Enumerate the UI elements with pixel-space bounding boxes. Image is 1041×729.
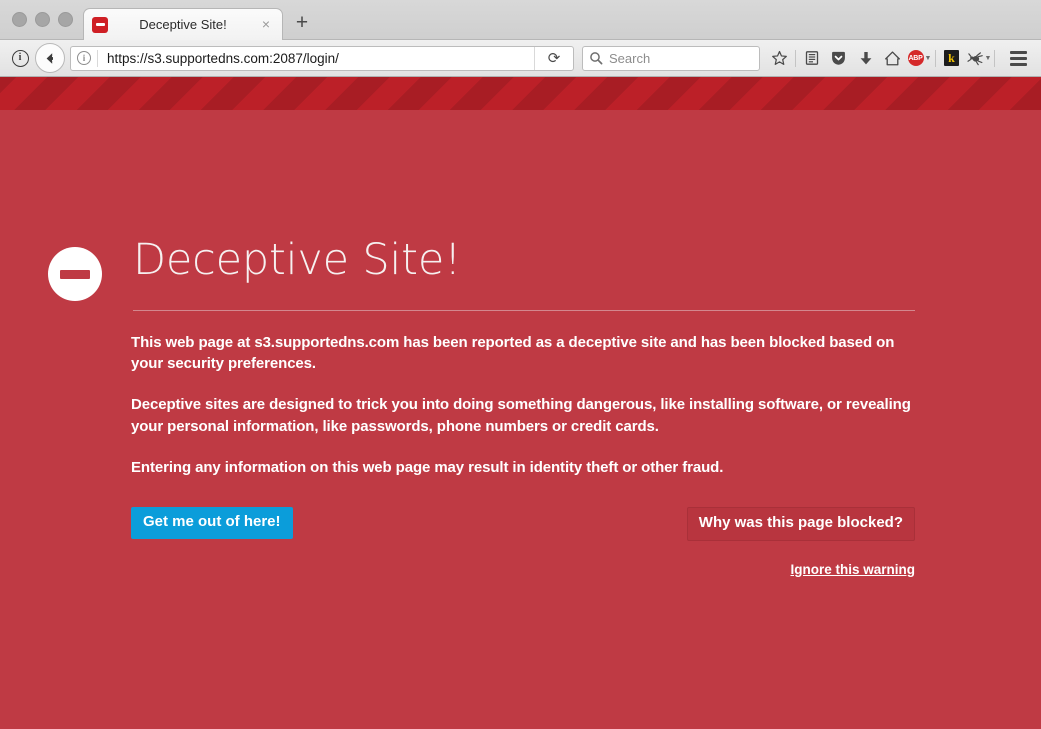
deceptive-site-warning-page: Deceptive Site! This web page at s3.supp…	[0, 77, 1041, 729]
no-entry-icon	[48, 247, 102, 301]
warning-paragraph-2: Deceptive sites are designed to trick yo…	[131, 396, 911, 435]
ignore-this-warning-link[interactable]: Ignore this warning	[790, 562, 915, 577]
bookmark-star-icon[interactable]	[766, 45, 793, 71]
search-icon	[583, 51, 609, 65]
warning-body-text: This web page at s3.supportedns.com has …	[131, 311, 1041, 478]
warning-paragraph-3: Entering any information on this web pag…	[131, 458, 724, 476]
tab-deceptive-site[interactable]: Deceptive Site! ×	[83, 8, 283, 40]
deceptive-site-favicon-icon	[92, 16, 108, 33]
warning-heading-block: Deceptive Site!	[133, 238, 1041, 311]
warning-action-row: Get me out of here! Why was this page bl…	[131, 507, 1041, 541]
hamburger-menu-icon[interactable]	[1003, 45, 1033, 71]
chevron-down-icon[interactable]: ▼	[925, 55, 932, 62]
browser-window: Deceptive Site! × + i i https://s3.suppo…	[0, 0, 1041, 729]
window-controls	[0, 12, 83, 39]
toolbar-icon-group: ABP ▼ k ▼	[766, 45, 1033, 71]
why-was-this-page-blocked-button[interactable]: Why was this page blocked?	[686, 507, 915, 541]
title-divider	[133, 309, 915, 311]
search-input[interactable]: Search	[609, 51, 650, 66]
back-arrow-icon[interactable]	[35, 43, 65, 73]
address-bar[interactable]: i https://s3.supportedns.com:2087/login/…	[70, 45, 574, 71]
hazard-stripes-band	[0, 77, 1041, 110]
adblock-plus-badge-label: ABP	[907, 50, 924, 66]
tab-bar: Deceptive Site! × +	[0, 0, 1041, 40]
pocket-icon[interactable]	[825, 45, 852, 71]
new-tab-button[interactable]: +	[285, 7, 319, 39]
chevron-down-icon[interactable]: ▼	[985, 55, 992, 62]
navigation-toolbar: i i https://s3.supportedns.com:2087/logi…	[0, 40, 1041, 77]
kaspersky-badge-label: k	[944, 50, 959, 66]
get-me-out-of-here-button[interactable]: Get me out of here!	[131, 507, 293, 539]
warning-paragraph-1: This web page at s3.supportedns.com has …	[131, 333, 895, 373]
reload-icon[interactable]: ⟳	[534, 46, 573, 70]
zoom-window-button[interactable]	[58, 12, 73, 27]
toolbar-divider	[795, 49, 796, 67]
site-identity-icon[interactable]: i	[71, 49, 98, 67]
reading-list-icon[interactable]	[798, 45, 825, 71]
search-bar[interactable]: Search	[582, 45, 760, 71]
downloads-icon[interactable]	[852, 45, 879, 71]
url-input[interactable]: https://s3.supportedns.com:2087/login/	[98, 51, 534, 66]
close-window-button[interactable]	[12, 12, 27, 27]
toolbar-divider	[994, 49, 995, 67]
warning-content: Deceptive Site! This web page at s3.supp…	[0, 110, 1041, 577]
page-info-icon[interactable]: i	[8, 46, 32, 70]
close-tab-icon[interactable]: ×	[258, 16, 274, 33]
page-title: Deceptive Site!	[133, 235, 462, 285]
ignore-warning-row: Ignore this warning	[131, 562, 1041, 577]
minimize-window-button[interactable]	[35, 12, 50, 27]
bug-extension-icon[interactable]: ▼	[965, 45, 992, 71]
adblock-plus-icon[interactable]: ABP ▼	[906, 45, 933, 71]
warning-header: Deceptive Site!	[0, 110, 1041, 311]
tab-title: Deceptive Site!	[139, 17, 227, 32]
home-icon[interactable]	[879, 45, 906, 71]
kaspersky-icon[interactable]: k	[938, 45, 965, 71]
toolbar-divider	[935, 49, 936, 67]
